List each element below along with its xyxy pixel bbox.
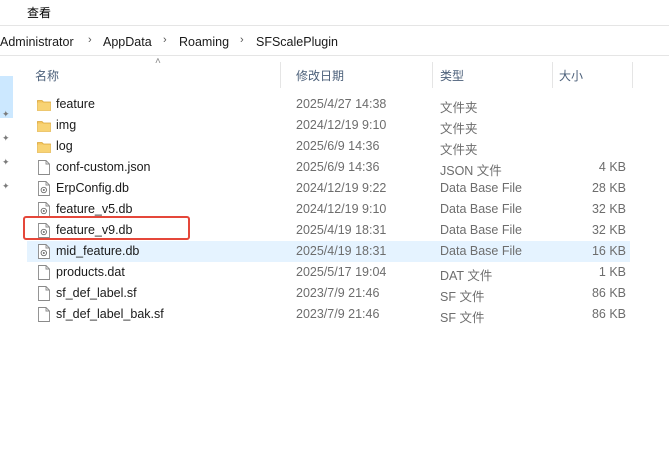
- folder-icon: [37, 118, 51, 133]
- column-header: ˄ 名称 修改日期 类型 大小: [14, 56, 669, 88]
- file-row[interactable]: ErpConfig.db 2024/12/19 9:22 Data Base Fil…: [27, 178, 630, 199]
- folder-icon: [37, 97, 51, 112]
- menu-view[interactable]: 查看: [27, 4, 51, 21]
- file-type: DAT 文件: [440, 269, 493, 283]
- db-file-icon: [37, 181, 51, 196]
- divider: [0, 55, 669, 56]
- file-icon: [37, 160, 51, 175]
- file-modified-date: 2023/7/9 21:46: [296, 307, 380, 321]
- column-header-name[interactable]: 名称: [35, 67, 59, 84]
- file-row[interactable]: conf-custom.json 2025/6/9 14:36 JSON 文件 4 K…: [27, 157, 630, 178]
- file-icon: [37, 307, 51, 322]
- file-type: Data Base File: [440, 223, 522, 237]
- file-icon: [37, 286, 51, 301]
- pin-icon: ✦: [2, 181, 10, 191]
- file-size: 28 KB: [591, 181, 626, 195]
- file-size: 32 KB: [591, 202, 626, 216]
- file-row[interactable]: sf_def_label.sf 2023/7/9 21:46 SF 文件 86 KB: [27, 283, 630, 304]
- folder-icon: [37, 139, 51, 154]
- file-type: 文件夹: [440, 143, 478, 157]
- file-modified-date: 2025/5/17 19:04: [296, 265, 387, 279]
- file-name[interactable]: log: [56, 139, 73, 153]
- file-type: 文件夹: [440, 101, 478, 115]
- breadcrumb-item-appdata[interactable]: AppData: [103, 35, 152, 49]
- file-name[interactable]: feature: [56, 97, 95, 111]
- pin-icon: ✦: [2, 109, 10, 119]
- column-divider[interactable]: [280, 62, 281, 88]
- file-size: 16 KB: [591, 244, 626, 258]
- divider: [0, 25, 669, 26]
- file-row[interactable]: feature 2025/4/27 14:38 文件夹: [27, 94, 630, 115]
- annotation-highlight-box: [23, 216, 190, 240]
- column-header-type[interactable]: 类型: [440, 67, 464, 84]
- file-name[interactable]: sf_def_label.sf: [56, 286, 137, 300]
- db-file-icon: [37, 244, 51, 259]
- file-row[interactable]: log 2025/6/9 14:36 文件夹: [27, 136, 630, 157]
- file-row[interactable]: sf_def_label_bak.sf 2023/7/9 21:46 SF 文件 86…: [27, 304, 630, 325]
- file-modified-date: 2024/12/19 9:10: [296, 202, 387, 216]
- breadcrumb[interactable]: Administrator › AppData › Roaming › SFSc…: [0, 31, 669, 53]
- file-row[interactable]: mid_feature.db 2025/4/19 18:31 Data Base F…: [27, 241, 630, 262]
- breadcrumb-item-roaming[interactable]: Roaming: [179, 35, 229, 49]
- file-row[interactable]: products.dat 2025/5/17 19:04 DAT 文件 1 KB: [27, 262, 630, 283]
- file-type: 文件夹: [440, 122, 478, 136]
- file-modified-date: 2025/6/9 14:36: [296, 160, 380, 174]
- column-header-modified[interactable]: 修改日期: [296, 67, 344, 84]
- file-name[interactable]: feature_v5.db: [56, 202, 132, 216]
- file-modified-date: 2025/6/9 14:36: [296, 139, 380, 153]
- navigation-pane[interactable]: ✦ ✦ ✦ ✦: [0, 56, 14, 467]
- file-size: 32 KB: [591, 223, 626, 237]
- file-name[interactable]: conf-custom.json: [56, 160, 150, 174]
- chevron-right-icon[interactable]: ›: [163, 34, 167, 46]
- file-size: 86 KB: [591, 286, 626, 300]
- column-divider[interactable]: [632, 62, 633, 88]
- file-size: 1 KB: [598, 265, 626, 279]
- file-modified-date: 2024/12/19 9:22: [296, 181, 387, 195]
- breadcrumb-item-sfscaleplugin[interactable]: SFScalePlugin: [256, 35, 338, 49]
- file-name[interactable]: img: [56, 118, 76, 132]
- db-file-icon: [37, 202, 51, 217]
- file-name[interactable]: products.dat: [56, 265, 125, 279]
- file-type: JSON 文件: [440, 164, 502, 178]
- column-divider[interactable]: [552, 62, 553, 88]
- menu-bar: 查看: [0, 0, 669, 24]
- file-modified-date: 2025/4/19 18:31: [296, 223, 387, 237]
- chevron-right-icon[interactable]: ›: [240, 34, 244, 46]
- file-icon: [37, 265, 51, 280]
- file-type: SF 文件: [440, 290, 485, 304]
- file-row[interactable]: img 2024/12/19 9:10 文件夹: [27, 115, 630, 136]
- file-name[interactable]: ErpConfig.db: [56, 181, 129, 195]
- file-type: Data Base File: [440, 244, 522, 258]
- column-header-size[interactable]: 大小: [559, 67, 583, 84]
- file-name[interactable]: mid_feature.db: [56, 244, 139, 258]
- file-type: SF 文件: [440, 311, 485, 325]
- file-modified-date: 2024/12/19 9:10: [296, 118, 387, 132]
- file-type: Data Base File: [440, 181, 522, 195]
- pin-icon: ✦: [2, 133, 10, 143]
- file-modified-date: 2023/7/9 21:46: [296, 286, 380, 300]
- file-modified-date: 2025/4/19 18:31: [296, 244, 387, 258]
- file-size: 4 KB: [598, 160, 626, 174]
- file-modified-date: 2025/4/27 14:38: [296, 97, 387, 111]
- sort-up-icon: ˄: [155, 56, 161, 67]
- file-name[interactable]: sf_def_label_bak.sf: [56, 307, 164, 321]
- pin-icon: ✦: [2, 157, 10, 167]
- file-type: Data Base File: [440, 202, 522, 216]
- file-size: 86 KB: [591, 307, 626, 321]
- column-divider[interactable]: [432, 62, 433, 88]
- chevron-right-icon[interactable]: ›: [88, 34, 92, 46]
- breadcrumb-item-administrator[interactable]: Administrator: [0, 35, 74, 49]
